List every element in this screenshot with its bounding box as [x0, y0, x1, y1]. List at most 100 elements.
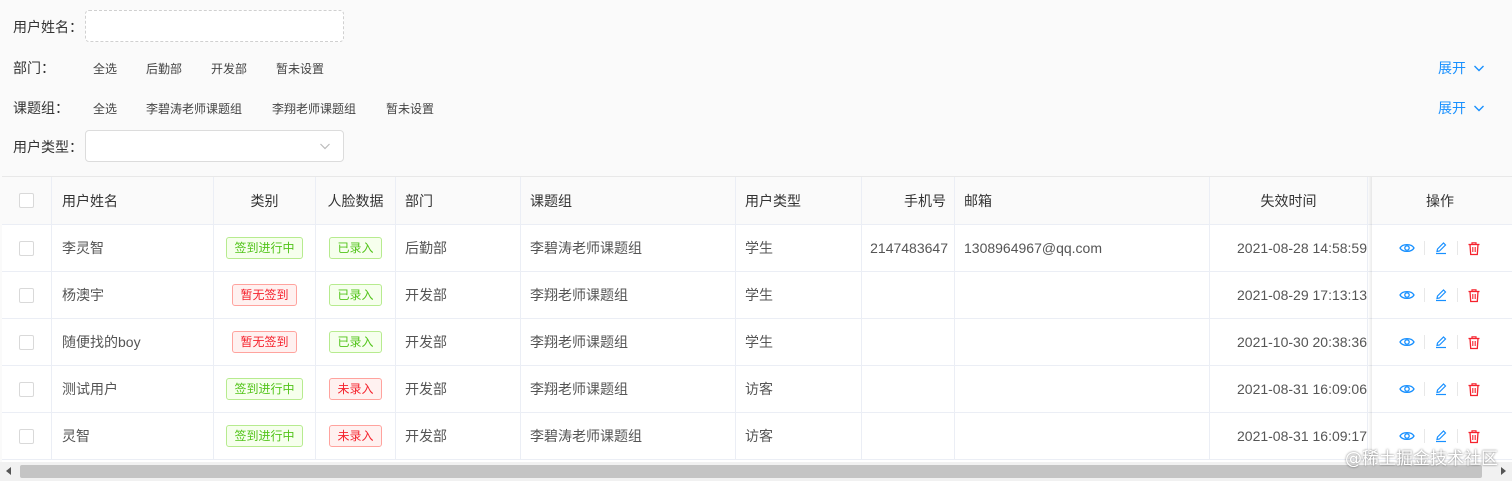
group-option-lixiang[interactable]: 李翔老师课题组: [272, 100, 356, 117]
cell-dept: 后勤部: [396, 225, 521, 271]
row-select-cell: [2, 319, 52, 365]
dept-expand-button[interactable]: 展开: [1438, 58, 1485, 78]
cell-dept: 开发部: [396, 366, 521, 412]
horizontal-scrollbar[interactable]: [0, 462, 1512, 481]
user-name-label: 用户姓名：: [13, 19, 83, 35]
category-tag: 签到进行中: [226, 237, 303, 259]
cell-email: [955, 272, 1210, 318]
chevron-down-icon: [1474, 105, 1484, 112]
row-checkbox[interactable]: [19, 381, 34, 397]
cell-dept: 开发部: [396, 272, 521, 318]
row-checkbox[interactable]: [19, 428, 34, 444]
action-divider: [1424, 382, 1425, 396]
cell-name: 灵智: [52, 413, 214, 459]
edit-icon[interactable]: [1434, 335, 1448, 349]
table-row: 随便找的boy 暂无签到 已录入 开发部 李翔老师课题组 学生 2021-10-30 20:…: [2, 319, 1512, 366]
dept-expand-label: 展开: [1438, 60, 1466, 76]
chevron-down-icon: [1474, 65, 1484, 72]
cell-actions: [1368, 366, 1512, 412]
delete-icon[interactable]: [1467, 288, 1481, 303]
select-all-cell: [2, 177, 52, 224]
cell-actions: [1368, 319, 1512, 365]
group-option-libitao[interactable]: 李碧涛老师课题组: [146, 100, 242, 117]
row-checkbox[interactable]: [19, 240, 34, 256]
category-tag: 暂无签到: [232, 331, 297, 353]
table-header-row: 用户姓名 类别 人脸数据 部门 课题组 用户类型 手机号 邮箱 失效时间 操作: [2, 177, 1512, 225]
cell-user-type: 访客: [736, 413, 862, 459]
dept-option-logistics[interactable]: 后勤部: [146, 60, 182, 77]
dept-option-dev[interactable]: 开发部: [211, 60, 247, 77]
user-name-input[interactable]: [85, 10, 344, 42]
action-divider: [1424, 288, 1425, 302]
group-option-all[interactable]: 全选: [93, 100, 117, 117]
cell-group: 李碧涛老师课题组: [521, 413, 736, 459]
group-option-unset[interactable]: 暂未设置: [386, 100, 434, 117]
row-select-cell: [2, 225, 52, 271]
col-header-group: 课题组: [521, 177, 736, 224]
filter-panel: 用户姓名： 部门： 全选 后勤部 开发部 暂未设置 展开 课题组： 全选 李碧涛…: [0, 0, 1512, 176]
scrollbar-thumb[interactable]: [20, 465, 1482, 478]
dept-option-unset[interactable]: 暂未设置: [276, 60, 324, 77]
cell-category: 暂无签到: [214, 319, 316, 365]
col-header-dept: 部门: [396, 177, 521, 224]
edit-icon[interactable]: [1434, 382, 1448, 396]
cell-email: [955, 319, 1210, 365]
category-tag: 签到进行中: [226, 378, 303, 400]
cell-actions: [1368, 272, 1512, 318]
chevron-down-icon: [320, 143, 330, 150]
edit-icon[interactable]: [1434, 429, 1448, 443]
action-divider: [1457, 335, 1458, 349]
user-type-select[interactable]: [85, 130, 344, 162]
delete-icon[interactable]: [1467, 241, 1481, 256]
dept-option-all[interactable]: 全选: [93, 60, 117, 77]
face-status-tag: 已录入: [329, 331, 382, 353]
delete-icon[interactable]: [1467, 335, 1481, 350]
view-eye-icon[interactable]: [1399, 428, 1415, 444]
cell-dept: 开发部: [396, 319, 521, 365]
category-tag: 签到进行中: [226, 425, 303, 447]
action-divider: [1424, 429, 1425, 443]
view-eye-icon[interactable]: [1399, 287, 1415, 303]
scroll-left-arrow-icon[interactable]: [6, 467, 11, 475]
cell-category: 签到进行中: [214, 366, 316, 412]
delete-icon[interactable]: [1467, 382, 1481, 397]
edit-icon[interactable]: [1434, 241, 1448, 255]
user-table: 用户姓名 类别 人脸数据 部门 课题组 用户类型 手机号 邮箱 失效时间 操作 …: [2, 176, 1512, 462]
row-checkbox[interactable]: [19, 334, 34, 350]
edit-icon[interactable]: [1434, 288, 1448, 302]
col-header-face: 人脸数据: [316, 177, 396, 224]
cell-phone: [862, 366, 955, 412]
view-eye-icon[interactable]: [1399, 334, 1415, 350]
cell-user-type: 学生: [736, 272, 862, 318]
table-row: 测试用户 签到进行中 未录入 开发部 李翔老师课题组 访客 2021-08-31 16:09…: [2, 366, 1512, 413]
view-eye-icon[interactable]: [1399, 240, 1415, 256]
delete-icon[interactable]: [1467, 429, 1481, 444]
cell-email: [955, 413, 1210, 459]
cell-category: 暂无签到: [214, 272, 316, 318]
table-row: 灵智 签到进行中 未录入 开发部 李碧涛老师课题组 访客 2021-08-31 16:09:…: [2, 413, 1512, 460]
cell-name: 测试用户: [52, 366, 214, 412]
cell-name: 杨澳宇: [52, 272, 214, 318]
row-select-cell: [2, 366, 52, 412]
face-status-tag: 未录入: [329, 378, 382, 400]
col-header-expire: 失效时间: [1210, 177, 1368, 224]
cell-expire: 2021-08-29 17:13:13: [1210, 272, 1368, 318]
col-header-user-type: 用户类型: [736, 177, 862, 224]
cell-category: 签到进行中: [214, 225, 316, 271]
col-header-phone: 手机号: [862, 177, 955, 224]
group-label: 课题组：: [13, 100, 69, 116]
view-eye-icon[interactable]: [1399, 381, 1415, 397]
action-divider: [1457, 288, 1458, 302]
cell-face: 已录入: [316, 225, 396, 271]
action-divider: [1457, 241, 1458, 255]
cell-phone: [862, 319, 955, 365]
cell-phone: 2147483647: [862, 225, 955, 271]
row-select-cell: [2, 413, 52, 459]
action-divider: [1424, 335, 1425, 349]
cell-expire: 2021-08-28 14:58:59: [1210, 225, 1368, 271]
watermark: @稀土掘金技术社区: [1345, 449, 1498, 469]
row-checkbox[interactable]: [19, 287, 34, 303]
group-expand-button[interactable]: 展开: [1438, 98, 1485, 118]
select-all-checkbox[interactable]: [19, 193, 34, 208]
scroll-right-arrow-icon[interactable]: [1501, 467, 1506, 475]
